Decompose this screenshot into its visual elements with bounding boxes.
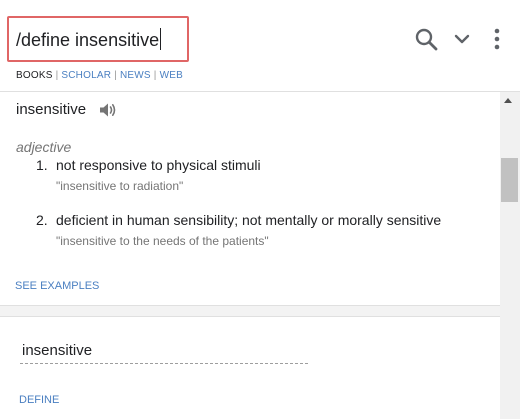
source-tab-scholar[interactable]: SCHOLAR bbox=[61, 70, 111, 81]
sense-example: "insensitive to radiation" bbox=[56, 179, 184, 193]
sense-number: 2. bbox=[36, 212, 48, 228]
scrollbar-thumb[interactable] bbox=[501, 158, 518, 202]
card-divider bbox=[0, 306, 500, 317]
source-tabs: BOOKS | SCHOLAR | NEWS | WEB bbox=[16, 70, 183, 81]
chevron-down-icon[interactable] bbox=[449, 26, 475, 52]
sense-text: not responsive to physical stimuli bbox=[56, 157, 261, 173]
see-examples-link[interactable]: SEE EXAMPLES bbox=[15, 280, 99, 292]
sense-example: "insensitive to the needs of the patient… bbox=[56, 234, 269, 248]
definition-word: insensitive bbox=[16, 101, 87, 118]
sense-number: 1. bbox=[36, 157, 48, 173]
define-card: DEFINE bbox=[0, 318, 500, 419]
search-icon[interactable] bbox=[413, 26, 439, 52]
source-separator: | bbox=[55, 70, 59, 81]
results-panel: insensitive adjective 1. not responsive t… bbox=[0, 92, 500, 419]
speaker-icon[interactable] bbox=[99, 102, 117, 123]
source-tab-news[interactable]: NEWS bbox=[120, 70, 151, 81]
sense-text: deficient in human sensibility; not ment… bbox=[56, 212, 442, 228]
scrollbar[interactable] bbox=[500, 92, 520, 419]
sense-item: 1. not responsive to physical stimuli bbox=[36, 157, 261, 173]
header: /define insensitive BOOKS | SCHOLAR | NEWS | W… bbox=[0, 0, 520, 92]
text-caret bbox=[160, 28, 162, 50]
part-of-speech: adjective bbox=[16, 139, 72, 155]
search-input[interactable]: /define insensitive bbox=[16, 28, 162, 51]
search-input-value[interactable]: /define insensitive bbox=[16, 30, 159, 50]
source-separator: | bbox=[153, 70, 157, 81]
scroll-up-arrow-icon[interactable] bbox=[504, 98, 512, 103]
sense-item: 2. deficient in human sensibility; not me… bbox=[36, 212, 441, 228]
search-box[interactable]: /define insensitive bbox=[7, 16, 189, 62]
define-word-input[interactable] bbox=[20, 338, 308, 364]
source-tab-books[interactable]: BOOKS bbox=[16, 70, 53, 81]
source-separator: | bbox=[114, 70, 117, 81]
source-tab-web[interactable]: WEB bbox=[160, 70, 183, 81]
definition-card: insensitive adjective 1. not responsive t… bbox=[0, 92, 500, 306]
more-vertical-icon[interactable] bbox=[484, 26, 510, 52]
define-button[interactable]: DEFINE bbox=[19, 394, 59, 406]
